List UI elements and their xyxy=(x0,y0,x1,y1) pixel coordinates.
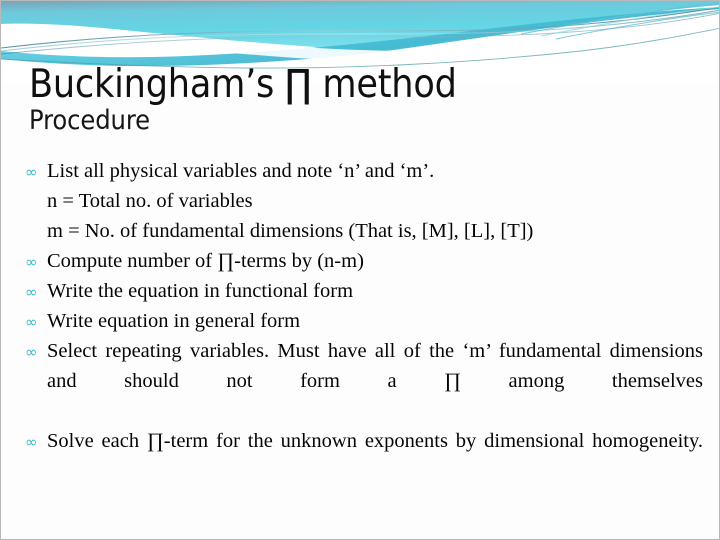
list-item: ∞ Compute number of ∏-terms by (n-m) xyxy=(23,246,703,276)
list-item: ∞ Write equation in general form xyxy=(23,306,703,336)
bullet-icon: ∞ xyxy=(25,283,38,301)
list-item: ∞ Select repeating variables. Must have … xyxy=(23,336,703,426)
bullet-icon: ∞ xyxy=(25,433,38,451)
list-subline: m = No. of fundamental dimensions (That … xyxy=(23,216,703,246)
list-subline-label: n = Total no. of variables xyxy=(47,190,253,212)
list-item: ∞ Write the equation in functional form xyxy=(23,276,703,306)
bullet-icon: ∞ xyxy=(25,313,38,331)
list-item-label: List all physical variables and note ‘n’… xyxy=(47,160,435,182)
list-subline-label: m = No. of fundamental dimensions (That … xyxy=(47,220,534,242)
list-item-label: Write equation in general form xyxy=(47,310,301,332)
list-item-label: Select repeating variables. Must have al… xyxy=(47,340,703,392)
bullet-icon: ∞ xyxy=(25,163,38,181)
list-item: ∞ List all physical variables and note ‘… xyxy=(23,156,703,186)
list-item: ∞ Solve each ∏-term for the unknown expo… xyxy=(23,426,703,486)
list-item-label: Compute number of ∏-terms by (n-m) xyxy=(47,250,364,272)
page-subtitle: Procedure xyxy=(29,105,150,136)
list-subline: n = Total no. of variables xyxy=(23,186,703,216)
slide-canvas: Buckingham’s ∏ method Procedure ∞ List a… xyxy=(0,0,720,540)
list-item-label: Write the equation in functional form xyxy=(47,280,354,302)
page-title: Buckingham’s ∏ method xyxy=(29,62,457,107)
bullet-icon: ∞ xyxy=(25,253,38,271)
list-item-label: Solve each ∏-term for the unknown expone… xyxy=(47,430,703,452)
bullet-icon: ∞ xyxy=(25,343,38,361)
procedure-list: ∞ List all physical variables and note ‘… xyxy=(23,156,703,486)
title-block: Buckingham’s ∏ method Procedure xyxy=(29,63,689,137)
